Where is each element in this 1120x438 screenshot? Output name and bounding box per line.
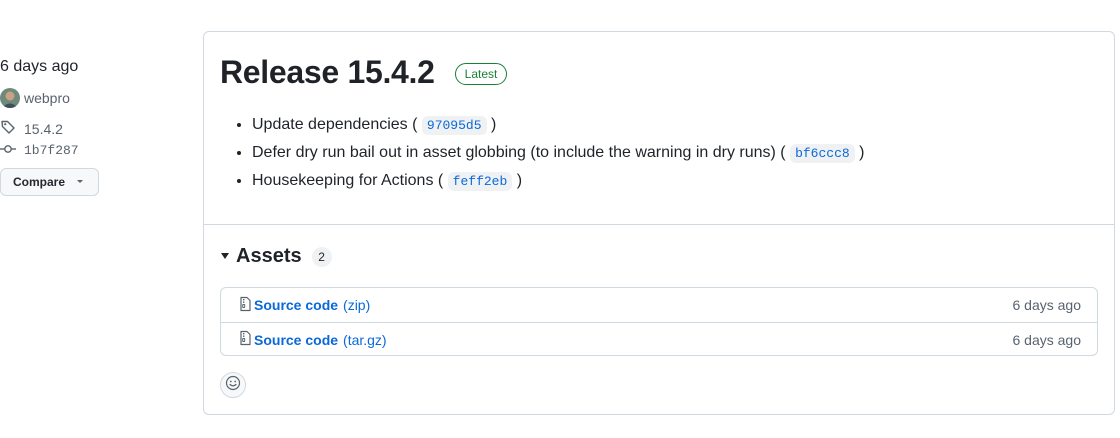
list-item: Housekeeping for Actions ( feff2eb ) [252, 170, 864, 198]
compare-button[interactable]: Compare [0, 168, 99, 196]
asset-date: 6 days ago [1012, 331, 1082, 348]
release-date: 6 days ago [0, 58, 79, 75]
add-reaction-button[interactable] [220, 372, 246, 398]
asset-link-targz[interactable]: Source code (tar.gz) [237, 330, 387, 349]
git-commit-icon [0, 141, 16, 160]
release-header: Release 15.4.2 Latest [220, 54, 508, 91]
assets-count: 2 [311, 246, 332, 267]
list-item: Update dependencies ( 97095d5 ) [252, 114, 864, 142]
tag-label[interactable]: 15.4.2 [24, 121, 63, 137]
note-close: ) [859, 144, 865, 161]
assets-title: Assets [236, 245, 302, 267]
triangle-down-icon [220, 248, 230, 266]
release-notes: Update dependencies ( 97095d5 ) Defer dr… [252, 114, 864, 198]
avatar[interactable] [0, 88, 20, 108]
file-zip-icon [237, 296, 253, 315]
commit-link[interactable]: bf6ccc8 [790, 144, 855, 163]
compare-label: Compare [13, 175, 66, 189]
assets-toggle[interactable]: Assets 2 [220, 245, 332, 268]
note-text: Housekeeping for Actions ( [252, 172, 444, 189]
release-card: Release 15.4.2 Latest Update dependencie… [203, 31, 1115, 415]
smiley-icon [225, 375, 241, 396]
commit-link[interactable]: 97095d5 [421, 116, 487, 135]
file-zip-icon [237, 330, 253, 349]
asset-name: Source code [254, 297, 339, 313]
caret-down-icon [75, 175, 85, 189]
asset-date: 6 days ago [1012, 297, 1082, 313]
note-text: Update dependencies ( [252, 116, 418, 133]
asset-row: Source code (zip) 6 days ago [221, 288, 1097, 322]
list-item: Defer dry run bail out in asset globbing… [252, 142, 864, 170]
asset-ext: (zip) [343, 297, 371, 313]
asset-link-zip[interactable]: Source code (zip) [237, 296, 370, 315]
asset-row: Source code (tar.gz) 6 days ago [221, 322, 1097, 356]
release-commit[interactable]: 1b7f287 [0, 141, 79, 160]
latest-badge: Latest [454, 62, 508, 85]
note-close: ) [490, 116, 497, 133]
asset-name: Source code [254, 331, 339, 348]
release-title[interactable]: Release 15.4.2 [220, 54, 435, 91]
release-tag[interactable]: 15.4.2 [0, 119, 63, 138]
note-text: Defer dry run bail out in asset globbing… [252, 144, 786, 161]
asset-ext: (tar.gz) [343, 331, 387, 348]
note-close: ) [516, 172, 523, 189]
release-author[interactable]: webpro [0, 88, 70, 108]
commit-link[interactable]: feff2eb [447, 172, 513, 191]
author-name[interactable]: webpro [24, 90, 70, 106]
assets-list: Source code (zip) 6 days ago Source code… [220, 287, 1098, 356]
tag-icon [0, 119, 16, 138]
release-body: Release 15.4.2 Latest Update dependencie… [204, 32, 1114, 225]
commit-sha[interactable]: 1b7f287 [24, 143, 79, 158]
